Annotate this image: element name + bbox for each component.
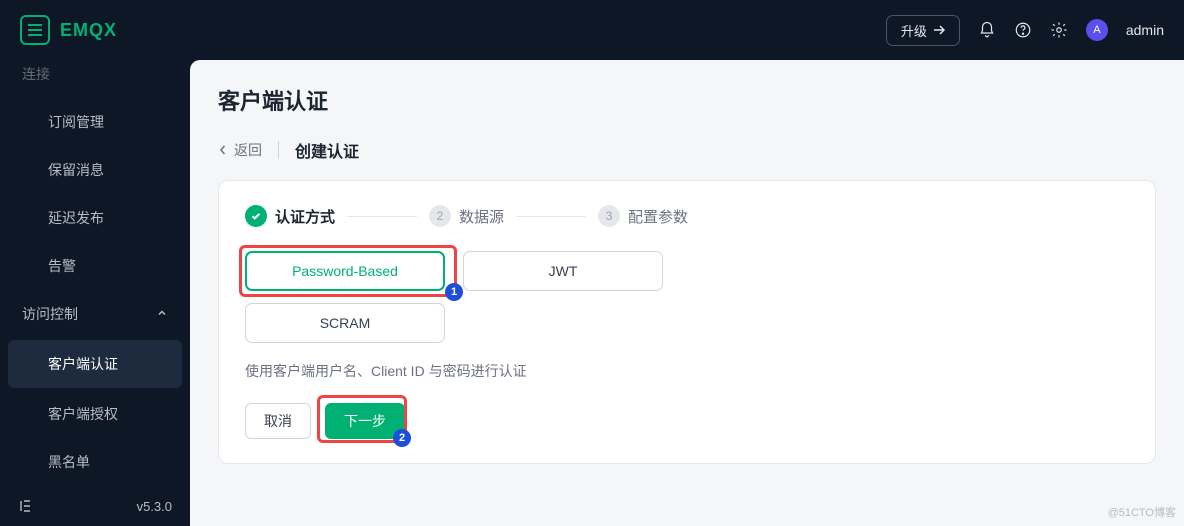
annotation-badge-2: 2 xyxy=(393,429,411,447)
bell-icon[interactable] xyxy=(978,21,996,39)
chevron-up-icon xyxy=(156,306,168,322)
step-3-num: 3 xyxy=(598,205,620,227)
sidebar-item-subscriptions[interactable]: 订阅管理 xyxy=(0,98,190,146)
sidebar-group-access[interactable]: 访问控制 xyxy=(0,290,190,338)
top-actions: 升级 A admin xyxy=(886,15,1164,46)
sidebar-item-authn[interactable]: 客户端认证 xyxy=(8,340,182,388)
annotation-badge-1: 1 xyxy=(445,283,463,301)
back-button[interactable]: 返回 xyxy=(218,140,262,160)
help-icon[interactable] xyxy=(1014,21,1032,39)
step-indicator: 认证方式 2 数据源 3 配置参数 xyxy=(245,205,1129,227)
sidebar-item-authz[interactable]: 客户端授权 xyxy=(0,390,190,438)
version-label: v5.3.0 xyxy=(137,499,172,514)
step-3: 3 配置参数 xyxy=(598,205,688,227)
brand-area: EMQX xyxy=(20,15,117,45)
page-title: 客户端认证 xyxy=(218,84,1156,116)
sidebar-item-banned[interactable]: 黑名单 xyxy=(0,438,190,486)
option-password[interactable]: Password-Based xyxy=(245,251,445,291)
back-label: 返回 xyxy=(234,140,262,160)
avatar[interactable]: A xyxy=(1086,19,1108,41)
step-connector xyxy=(516,216,586,217)
option-jwt[interactable]: JWT xyxy=(463,251,663,291)
arrow-right-icon xyxy=(933,25,945,35)
step-2-num: 2 xyxy=(429,205,451,227)
auth-options-row1: Password-Based JWT xyxy=(245,251,1129,291)
step-connector xyxy=(347,216,417,217)
auth-options-row2: SCRAM xyxy=(245,303,1129,343)
username-label: admin xyxy=(1126,22,1164,38)
step-3-label: 配置参数 xyxy=(628,206,688,227)
main-content: 客户端认证 返回 创建认证 认证方式 2 数据源 xyxy=(190,60,1184,526)
sidebar: 连接 订阅管理 保留消息 延迟发布 告警 访问控制 客户端认证 客户端授权 黑名… xyxy=(0,60,190,526)
step-2: 2 数据源 xyxy=(429,205,504,227)
sidebar-item-delayed[interactable]: 延迟发布 xyxy=(0,194,190,242)
wizard-actions: 取消 下一步 xyxy=(245,403,1129,439)
upgrade-button[interactable]: 升级 xyxy=(886,15,960,46)
option-description: 使用客户端用户名、Client ID 与密码进行认证 xyxy=(245,361,1129,381)
cancel-button[interactable]: 取消 xyxy=(245,403,311,439)
logo-icon xyxy=(20,15,50,45)
divider xyxy=(278,141,279,159)
upgrade-label: 升级 xyxy=(901,21,927,40)
chevron-left-icon xyxy=(218,144,228,156)
brand-text: EMQX xyxy=(60,20,117,41)
check-icon xyxy=(245,205,267,227)
step-2-label: 数据源 xyxy=(459,206,504,227)
gear-icon[interactable] xyxy=(1050,21,1068,39)
option-scram[interactable]: SCRAM xyxy=(245,303,445,343)
breadcrumb: 返回 创建认证 xyxy=(218,138,1156,162)
top-bar: EMQX 升级 A admin xyxy=(0,0,1184,60)
step-1: 认证方式 xyxy=(245,205,335,227)
collapse-icon[interactable] xyxy=(18,498,34,514)
sidebar-footer: v5.3.0 xyxy=(0,486,190,526)
sidebar-item-alarm[interactable]: 告警 xyxy=(0,242,190,290)
watermark: @51CTO博客 xyxy=(1108,504,1176,520)
crumb-title: 创建认证 xyxy=(295,138,359,162)
sidebar-item-retained[interactable]: 保留消息 xyxy=(0,146,190,194)
sidebar-group-label: 访问控制 xyxy=(22,304,78,324)
wizard-card: 认证方式 2 数据源 3 配置参数 Password-Based JWT xyxy=(218,180,1156,464)
step-1-label: 认证方式 xyxy=(275,206,335,227)
sidebar-item-cut[interactable]: 连接 xyxy=(0,60,190,98)
